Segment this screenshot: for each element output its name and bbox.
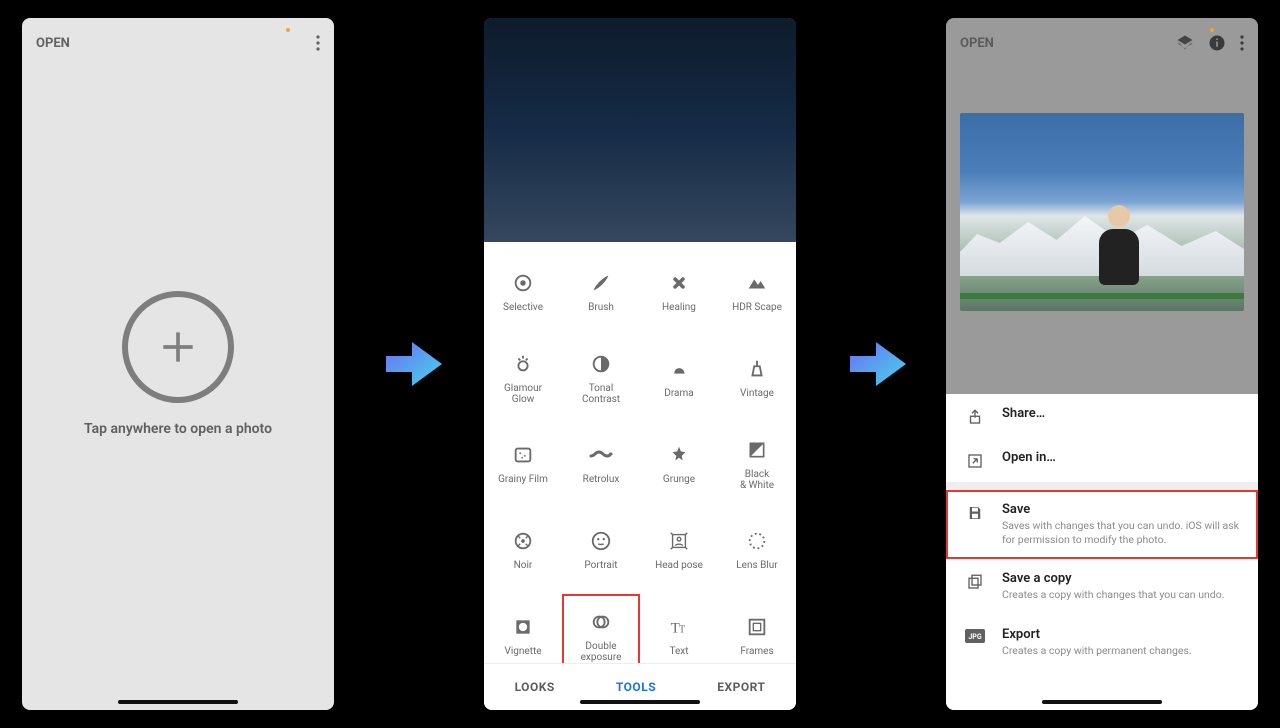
screen-open-photo: OPEN Tap anywhere to open a photo xyxy=(22,18,334,710)
tool-portrait[interactable]: Portrait xyxy=(562,508,640,590)
tool-label: Lens Blur xyxy=(736,560,777,572)
tool-label: Glamour Glow xyxy=(504,383,542,406)
selective-icon xyxy=(512,268,534,298)
open-photo-area[interactable]: Tap anywhere to open a photo xyxy=(22,18,334,710)
svg-text:JPG: JPG xyxy=(968,633,981,641)
screen-export-sheet: OPEN Share… Open in… Save Saves with change… xyxy=(946,18,1258,710)
row-title: Share… xyxy=(1002,406,1240,421)
export-row-open-in[interactable]: Open in… xyxy=(946,438,1258,482)
tool-drama[interactable]: Drama xyxy=(640,336,718,418)
drama-icon xyxy=(668,354,690,384)
tool-label: Head pose xyxy=(655,560,703,572)
grainy-film-icon xyxy=(512,440,534,470)
tool-label: Selective xyxy=(503,302,543,314)
vintage-icon xyxy=(746,354,768,384)
photo-preview xyxy=(960,113,1244,311)
tool-label: Grainy Film xyxy=(498,474,548,486)
tool-label: Text xyxy=(669,646,688,658)
tool-healing[interactable]: Healing xyxy=(640,250,718,332)
tap-prompt-label: Tap anywhere to open a photo xyxy=(84,421,272,437)
notification-dot-icon xyxy=(1210,28,1214,32)
save-icon xyxy=(964,502,986,522)
noir-icon xyxy=(512,526,534,556)
tool-label: Grunge xyxy=(663,474,695,486)
row-title: Export xyxy=(1002,627,1240,642)
export-row-share[interactable]: Share… xyxy=(946,394,1258,438)
tool-black-white[interactable]: Black & White xyxy=(718,422,796,504)
head-pose-icon xyxy=(668,526,690,556)
tool-noir[interactable]: Noir xyxy=(484,508,562,590)
export-icon: JPG xyxy=(964,627,986,643)
tool-label: Drama xyxy=(664,388,693,400)
row-desc: Saves with changes that you can undo. iO… xyxy=(1002,519,1240,547)
photo-preview xyxy=(484,18,796,242)
lens-blur-icon xyxy=(746,526,768,556)
tool-retrolux[interactable]: Retrolux xyxy=(562,422,640,504)
tool-hdr-scape[interactable]: HDR Scape xyxy=(718,250,796,332)
brush-icon xyxy=(590,268,612,298)
tool-grunge[interactable]: Grunge xyxy=(640,422,718,504)
tool-label: HDR Scape xyxy=(732,302,782,314)
share-icon xyxy=(964,406,986,426)
open-in-icon xyxy=(964,450,986,470)
double-exposure-icon xyxy=(590,607,612,637)
frames-icon xyxy=(746,612,768,642)
retrolux-icon xyxy=(589,440,613,470)
row-desc: Creates a copy with permanent changes. xyxy=(1002,644,1240,658)
tool-label: Brush xyxy=(588,302,614,314)
info-icon[interactable] xyxy=(1208,34,1226,52)
save-copy-icon xyxy=(964,571,986,591)
row-title: Open in… xyxy=(1002,450,1240,465)
black-white-icon xyxy=(747,435,767,465)
tool-label: Portrait xyxy=(584,560,617,572)
portrait-icon xyxy=(590,526,612,556)
home-indicator xyxy=(1042,700,1162,704)
home-indicator xyxy=(118,700,238,704)
tab-tools[interactable]: TOOLS xyxy=(616,680,656,694)
tool-label: Vintage xyxy=(740,388,774,400)
vignette-icon xyxy=(513,612,533,642)
tonal-contrast-icon xyxy=(590,349,612,379)
tab-looks[interactable]: LOOKS xyxy=(515,680,555,694)
tool-grainy-film[interactable]: Grainy Film xyxy=(484,422,562,504)
tool-lens-blur[interactable]: Lens Blur xyxy=(718,508,796,590)
tool-vintage[interactable]: Vintage xyxy=(718,336,796,418)
screen-tools-panel: Selective Brush Healing HDR Scape Glamour Gl… xyxy=(484,18,796,710)
tab-export[interactable]: EXPORT xyxy=(717,680,765,694)
arrow-right-icon xyxy=(844,334,912,394)
row-desc: Creates a copy with changes that you can… xyxy=(1002,588,1240,602)
healing-icon xyxy=(668,268,690,298)
hdr-scape-icon xyxy=(746,268,768,298)
export-row-save-copy[interactable]: Save a copy Creates a copy with changes t… xyxy=(946,559,1258,614)
tool-label: Vignette xyxy=(504,646,541,658)
home-indicator xyxy=(580,700,700,704)
tool-glamour-glow[interactable]: Glamour Glow xyxy=(484,336,562,418)
tool-label: Tonal Contrast xyxy=(582,383,620,406)
tool-selective[interactable]: Selective xyxy=(484,250,562,332)
row-title: Save xyxy=(1002,502,1240,517)
svg-text:T: T xyxy=(679,625,685,636)
tool-label: Noir xyxy=(514,560,533,572)
tool-brush[interactable]: Brush xyxy=(562,250,640,332)
tool-label: Retrolux xyxy=(583,474,620,486)
more-vertical-icon[interactable] xyxy=(1240,35,1244,51)
tool-label: Double exposure xyxy=(581,641,622,664)
layers-icon[interactable] xyxy=(1176,34,1194,52)
grunge-icon xyxy=(668,440,690,470)
export-row-save[interactable]: Save Saves with changes that you can undo… xyxy=(946,490,1258,559)
tool-label: Frames xyxy=(740,646,773,658)
text-icon: TT xyxy=(668,612,690,642)
arrow-right-icon xyxy=(380,334,448,394)
glamour-glow-icon xyxy=(512,349,534,379)
tool-head-pose[interactable]: Head pose xyxy=(640,508,718,590)
tool-label: Black & White xyxy=(740,469,774,492)
open-button[interactable]: OPEN xyxy=(960,36,994,51)
export-row-export[interactable]: JPG Export Creates a copy with permanent c… xyxy=(946,615,1258,670)
plus-circle-icon xyxy=(122,291,234,403)
row-title: Save a copy xyxy=(1002,571,1240,586)
tool-tonal-contrast[interactable]: Tonal Contrast xyxy=(562,336,640,418)
tool-label: Healing xyxy=(662,302,696,314)
